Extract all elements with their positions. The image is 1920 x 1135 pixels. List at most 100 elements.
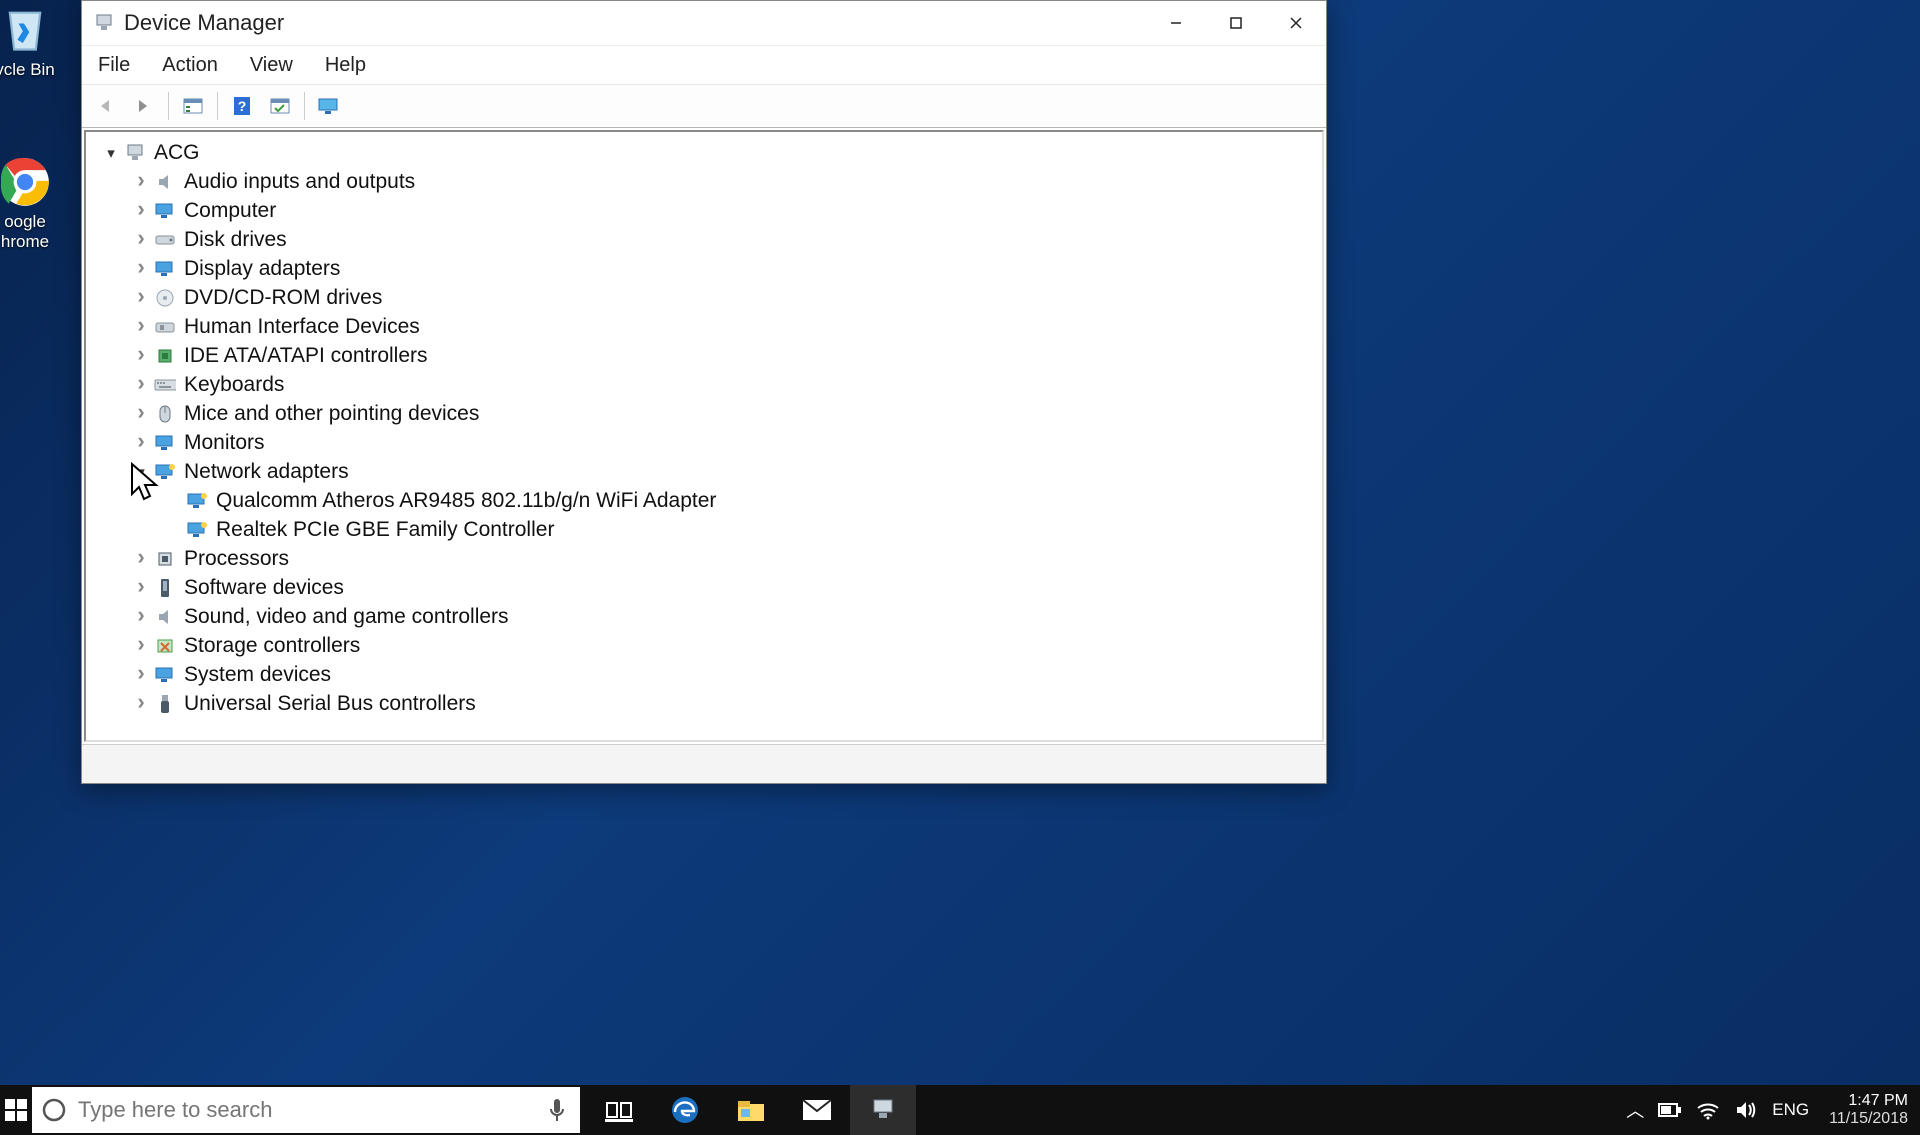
menu-file[interactable]: File [96,50,132,81]
tree-category[interactable]: Keyboards [90,370,1318,399]
tree-category-label: Storage controllers [184,634,360,658]
expand-arrow-icon[interactable] [132,637,150,655]
menu-help[interactable]: Help [323,50,368,81]
tray-overflow-button[interactable]: ︿ [1626,1097,1644,1123]
search-input[interactable] [76,1086,534,1134]
titlebar[interactable]: Device Manager [82,1,1326,46]
expand-arrow-icon[interactable] [132,434,150,452]
expand-arrow-icon[interactable] [132,579,150,597]
tree-category-label: Disk drives [184,228,287,252]
taskbar-app-edge[interactable] [652,1085,718,1135]
tree-category[interactable]: Human Interface Devices [90,312,1318,341]
tree-category-label: IDE ATA/ATAPI controllers [184,344,428,368]
device-type-icon [154,461,176,483]
tree-category[interactable]: Audio inputs and outputs [90,167,1318,196]
tree-category[interactable]: Sound, video and game controllers [90,602,1318,631]
device-type-icon [154,287,176,309]
tree-category-label: Audio inputs and outputs [184,170,415,194]
back-button[interactable] [88,90,124,122]
device-tree[interactable]: ACG Audio inputs and outputs Computer Disk… [84,130,1324,742]
tree-device-label: Qualcomm Atheros AR9485 802.11b/g/n WiFi… [216,489,716,513]
toolbar: ? [82,85,1326,128]
volume-icon[interactable] [1734,1100,1758,1120]
tree-category[interactable]: Software devices [90,573,1318,602]
expand-arrow-icon[interactable] [132,666,150,684]
expand-arrow-icon[interactable] [132,260,150,278]
device-manager-icon [94,13,114,33]
expand-arrow-icon[interactable] [132,405,150,423]
battery-icon[interactable] [1658,1102,1682,1118]
taskbar-app-device-manager[interactable] [850,1085,916,1135]
tree-category[interactable]: Monitors [90,428,1318,457]
clock-date: 11/15/2018 [1829,1110,1908,1128]
device-type-icon [154,171,176,193]
tree-category-label: Monitors [184,431,265,455]
tree-category[interactable]: Storage controllers [90,631,1318,660]
expand-arrow-icon[interactable] [132,695,150,713]
tree-category[interactable]: Processors [90,544,1318,573]
tree-category[interactable]: System devices [90,660,1318,689]
expand-arrow-icon[interactable] [132,376,150,394]
wifi-icon[interactable] [1696,1100,1720,1120]
tree-category-label: Computer [184,199,276,223]
task-view-button[interactable] [586,1085,652,1135]
expand-arrow-icon[interactable] [132,318,150,336]
system-tray: ︿ ENG [1620,1085,1817,1135]
desktop-icon-chrome[interactable]: ooglehrome [0,156,68,252]
device-type-icon [154,200,176,222]
menu-action[interactable]: Action [160,50,220,81]
tree-category[interactable]: Display adapters [90,254,1318,283]
expand-arrow-icon[interactable] [102,144,120,162]
device-type-icon [154,693,176,715]
expand-arrow-icon[interactable] [132,608,150,626]
desktop-icon-label: ycle Bin [0,60,68,80]
minimize-button[interactable] [1146,1,1206,45]
expand-arrow-icon[interactable] [132,173,150,191]
cortana-icon[interactable] [32,1097,76,1123]
help-button[interactable]: ? [224,90,260,122]
svg-text:?: ? [238,98,247,114]
show-hide-tree-button[interactable] [175,90,211,122]
tree-category[interactable]: Network adapters [90,457,1318,486]
scan-hardware-button[interactable] [262,90,298,122]
expand-arrow-icon[interactable] [132,550,150,568]
expand-arrow-icon[interactable] [132,347,150,365]
tree-device[interactable]: Realtek PCIe GBE Family Controller [90,515,1318,544]
tree-category[interactable]: DVD/CD-ROM drives [90,283,1318,312]
monitor-button[interactable] [311,90,347,122]
taskbar-app-file-explorer[interactable] [718,1085,784,1135]
expand-arrow-icon[interactable] [132,231,150,249]
device-icon [186,490,208,512]
microphone-icon[interactable] [534,1097,580,1123]
menu-view[interactable]: View [248,50,295,81]
desktop-icon-recycle-bin[interactable]: ycle Bin [0,4,68,80]
taskbar-app-mail[interactable] [784,1085,850,1135]
expand-arrow-icon[interactable] [132,202,150,220]
tree-root[interactable]: ACG [90,138,1318,167]
tree-root-label: ACG [154,141,200,165]
device-type-icon [154,606,176,628]
tree-category[interactable]: Mice and other pointing devices [90,399,1318,428]
tree-device[interactable]: Qualcomm Atheros AR9485 802.11b/g/n WiFi… [90,486,1318,515]
close-button[interactable] [1266,1,1326,45]
expand-arrow-icon[interactable] [132,463,150,481]
expand-arrow-icon[interactable] [132,289,150,307]
tree-category-label: Human Interface Devices [184,315,420,339]
language-indicator[interactable]: ENG [1772,1100,1809,1120]
tree-category-label: System devices [184,663,331,687]
clock-time: 1:47 PM [1829,1092,1908,1110]
device-type-icon [154,374,176,396]
maximize-button[interactable] [1206,1,1266,45]
taskbar-clock[interactable]: 1:47 PM 11/15/2018 [1817,1092,1920,1128]
tree-category[interactable]: Universal Serial Bus controllers [90,689,1318,718]
tree-category[interactable]: Disk drives [90,225,1318,254]
device-type-icon [154,229,176,251]
device-icon [186,519,208,541]
start-button[interactable] [0,1085,32,1135]
forward-button[interactable] [126,90,162,122]
window-title: Device Manager [124,10,1146,36]
tree-category-label: Universal Serial Bus controllers [184,692,476,716]
tree-category[interactable]: IDE ATA/ATAPI controllers [90,341,1318,370]
tree-category[interactable]: Computer [90,196,1318,225]
search-box[interactable] [32,1087,580,1133]
